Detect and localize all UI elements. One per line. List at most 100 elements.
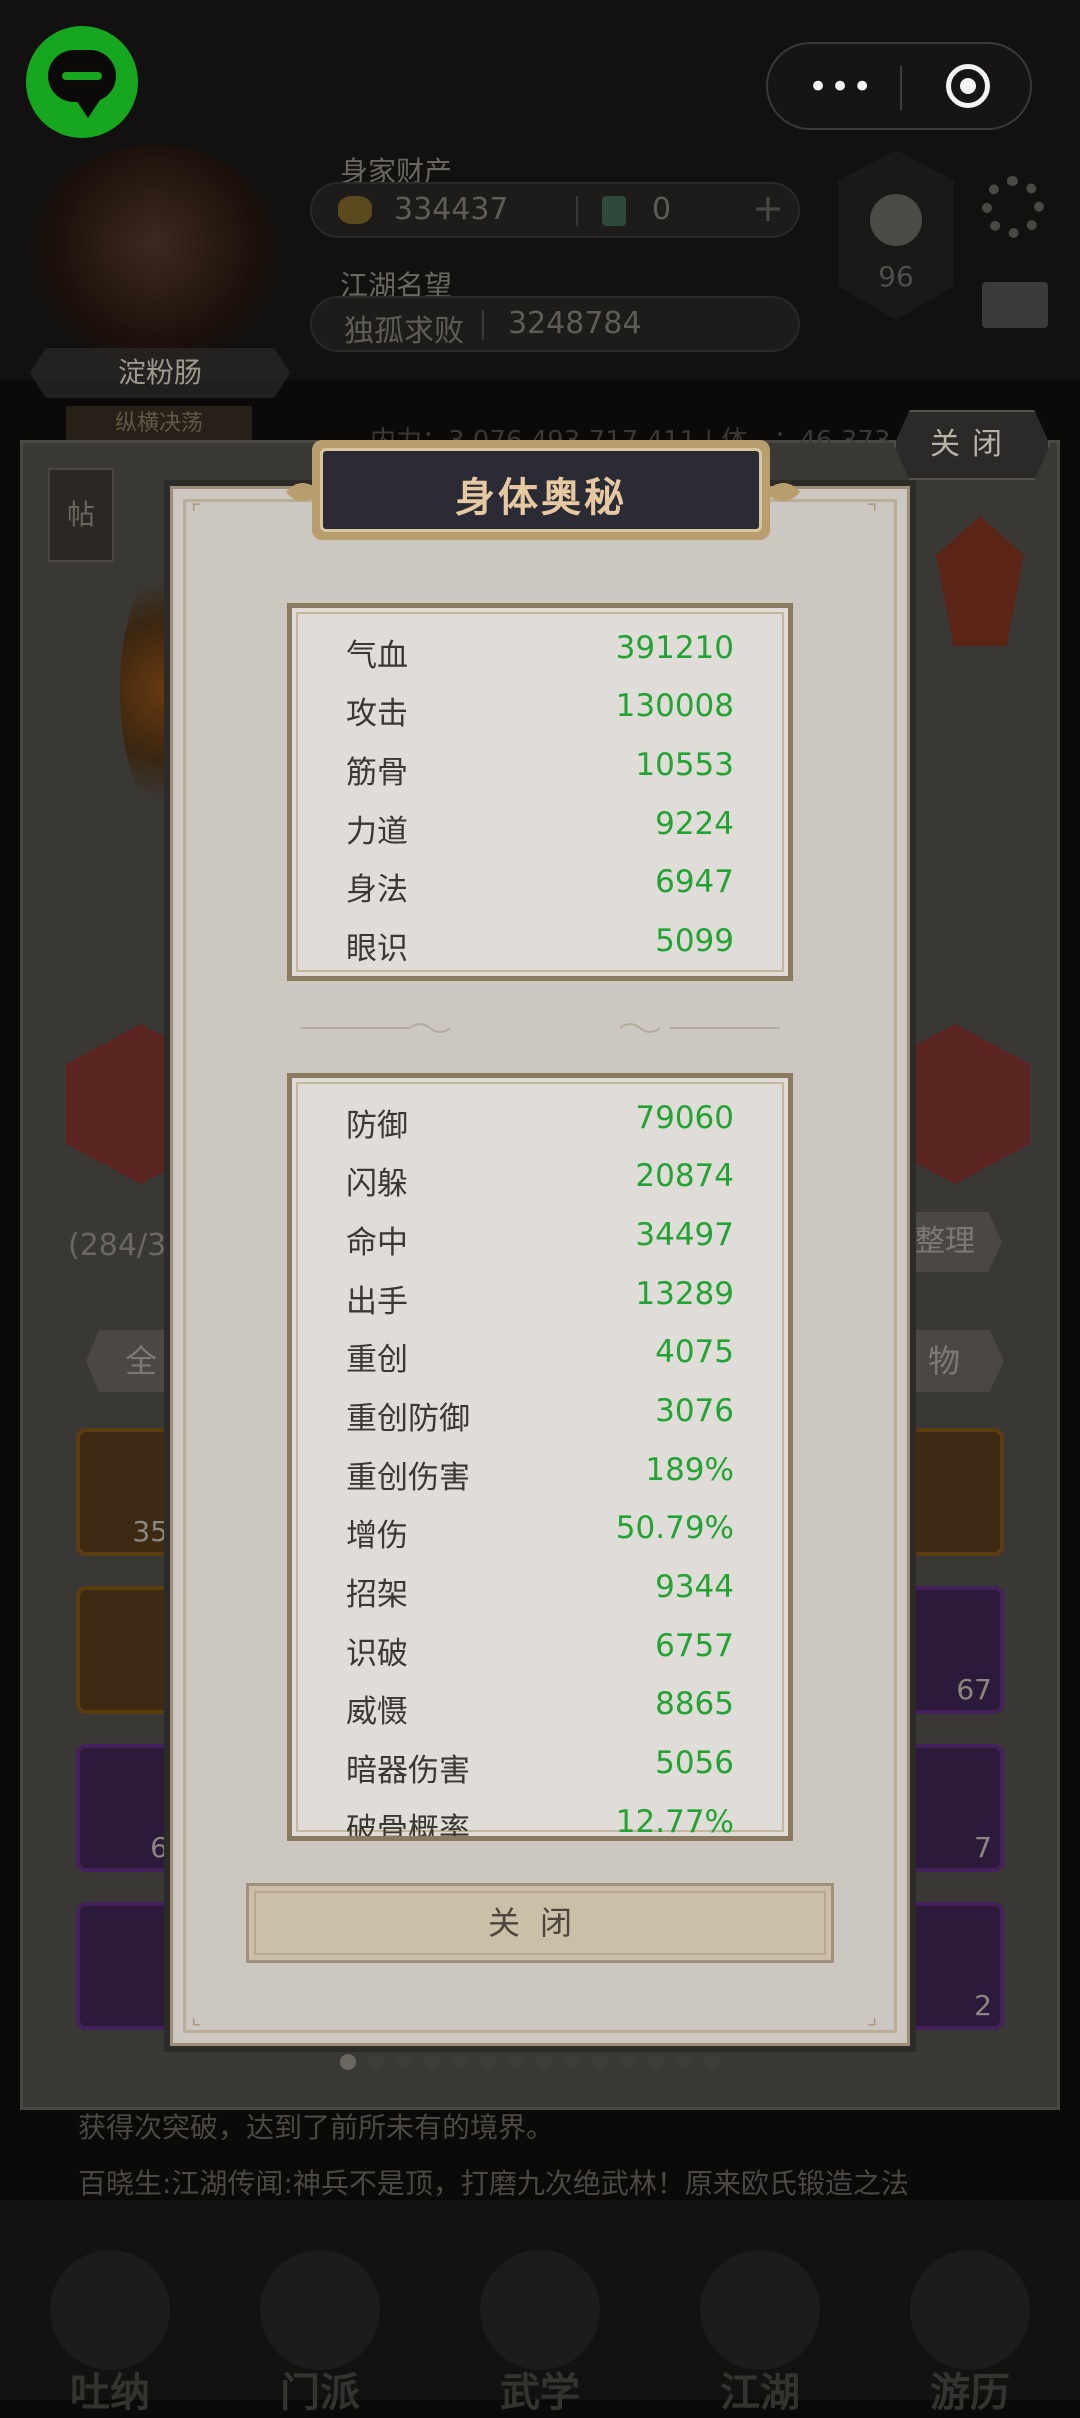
fame-value: 3248784 bbox=[508, 306, 642, 341]
stat-value: 12.77% bbox=[615, 1804, 734, 1840]
stat-row: 暗器伤害 5056 bbox=[346, 1735, 734, 1793]
post-icon[interactable]: 帖 bbox=[48, 468, 114, 562]
stat-row: 命中 34497 bbox=[346, 1207, 734, 1265]
stat-row: 身法 6947 bbox=[346, 854, 734, 912]
stat-row: 重创 4075 bbox=[346, 1324, 734, 1382]
panel-close-button[interactable]: 关闭 bbox=[894, 410, 1050, 480]
stat-row: 重创伤害 189% bbox=[346, 1442, 734, 1500]
scroll-message: 获得次突破，达到了前所未有的境界。 bbox=[78, 2111, 555, 2144]
close-button-label: 关闭 bbox=[487, 1904, 592, 1942]
inventory-slot[interactable]: 6 bbox=[76, 1744, 180, 1872]
stat-row: 重创防御 3076 bbox=[346, 1383, 734, 1441]
add-currency-button[interactable]: + bbox=[752, 186, 784, 230]
stat-label: 重创 bbox=[346, 1342, 408, 1378]
stat-value: 9224 bbox=[655, 806, 734, 842]
stat-label: 识破 bbox=[346, 1636, 408, 1672]
stat-label: 增伤 bbox=[346, 1518, 408, 1554]
nav-wuxue[interactable]: 武学 bbox=[470, 2250, 610, 2416]
stat-label: 闪躲 bbox=[346, 1166, 408, 1202]
nav-youli[interactable]: 游历 bbox=[900, 2250, 1040, 2416]
secondary-stats-list[interactable]: 防御 79060 闪躲 20874 命中 34497 出手 13289 重创 4… bbox=[287, 1073, 793, 1841]
corner-ornament-icon: ⌝ bbox=[867, 501, 878, 526]
stat-value: 5099 bbox=[655, 923, 734, 959]
stat-label: 眼识 bbox=[346, 931, 408, 967]
stat-row: 筋骨 10553 bbox=[346, 737, 734, 795]
more-icon[interactable]: ••• bbox=[808, 70, 874, 104]
player-name: 淀粉肠 bbox=[30, 348, 290, 398]
stat-label: 暗器伤害 bbox=[346, 1753, 470, 1789]
stat-value: 9344 bbox=[655, 1569, 734, 1605]
stat-value: 130008 bbox=[615, 688, 734, 724]
player-subtitle: 纵横决荡 bbox=[66, 406, 252, 442]
stat-value: 6757 bbox=[655, 1628, 734, 1664]
stat-value: 20874 bbox=[635, 1158, 734, 1194]
nav-menpai[interactable]: 门派 bbox=[250, 2250, 390, 2416]
jade-value: 0 bbox=[652, 192, 672, 227]
stat-label: 力道 bbox=[346, 814, 408, 850]
stat-row: 增伤 50.79% bbox=[346, 1500, 734, 1558]
stat-value: 34497 bbox=[635, 1217, 734, 1253]
stat-value: 10553 bbox=[635, 747, 734, 783]
inventory-slot[interactable]: 67 bbox=[900, 1586, 1004, 1714]
stat-label: 招架 bbox=[346, 1577, 408, 1613]
close-miniprogram-icon[interactable] bbox=[946, 64, 990, 108]
fame-title: 独孤求败 bbox=[344, 314, 464, 349]
inventory-slot[interactable] bbox=[76, 1586, 180, 1714]
title-ornament-icon bbox=[764, 483, 800, 501]
item-count: 6 bbox=[150, 1831, 168, 1864]
item-count: 67 bbox=[956, 1673, 992, 1706]
item-count: 7 bbox=[974, 1831, 992, 1864]
stat-row: 招架 9344 bbox=[346, 1559, 734, 1617]
level-badge[interactable]: 96 bbox=[838, 150, 954, 320]
avatar[interactable] bbox=[30, 145, 280, 365]
mail-icon[interactable] bbox=[982, 282, 1048, 328]
stat-value: 8865 bbox=[655, 1686, 734, 1722]
nav-tuna[interactable]: 吐纳 bbox=[40, 2250, 180, 2416]
corner-ornament-icon: ⌜ bbox=[191, 501, 202, 526]
stat-row: 攻击 130008 bbox=[346, 678, 734, 736]
inventory-slot[interactable] bbox=[76, 1902, 180, 2030]
asset-box: 334437 0 + bbox=[310, 182, 800, 238]
inventory-slot[interactable] bbox=[900, 1428, 1004, 1556]
stat-label: 攻击 bbox=[346, 696, 408, 732]
dialog-title: 身体奥秘 bbox=[455, 475, 627, 521]
capsule-divider bbox=[900, 66, 902, 110]
scroll-message: 百晓生:江湖传闻:神兵不是顶，打磨九次绝武林！原来欧氏锻造之法 bbox=[78, 2167, 909, 2200]
yinyang-icon bbox=[870, 194, 922, 246]
stat-value: 13289 bbox=[635, 1276, 734, 1312]
app-logo-icon bbox=[26, 26, 138, 138]
primary-stats-box: 气血 391210 攻击 130008 筋骨 10553 力道 9224 身法 … bbox=[287, 603, 793, 981]
stat-label: 身法 bbox=[346, 872, 408, 908]
corner-ornament-icon: ⌟ bbox=[867, 2005, 878, 2030]
stat-label: 出手 bbox=[346, 1284, 408, 1320]
gear-icon[interactable] bbox=[982, 176, 1044, 238]
dialog-close-button[interactable]: 关闭 bbox=[246, 1883, 834, 1963]
stat-label: 命中 bbox=[346, 1225, 408, 1261]
stat-row: 闪躲 20874 bbox=[346, 1148, 734, 1206]
stat-row: 防御 79060 bbox=[346, 1090, 734, 1148]
nav-jianghu[interactable]: 江湖 bbox=[690, 2250, 830, 2416]
inventory-slot[interactable]: 2 bbox=[900, 1902, 1004, 2030]
stat-label: 重创伤害 bbox=[346, 1460, 470, 1496]
inventory-slot[interactable]: 35 bbox=[76, 1428, 180, 1556]
stat-value: 79060 bbox=[635, 1100, 734, 1136]
stat-row: 力道 9224 bbox=[346, 796, 734, 854]
stat-value: 4075 bbox=[655, 1334, 734, 1370]
stat-row: 破骨概率 12.77% bbox=[346, 1794, 734, 1840]
fame-box: 独孤求败 3248784 bbox=[310, 296, 800, 352]
stat-label: 重创防御 bbox=[346, 1401, 470, 1437]
inventory-slot[interactable]: 7 bbox=[900, 1744, 1004, 1872]
mini-program-capsule: ••• bbox=[766, 42, 1032, 130]
stat-label: 筋骨 bbox=[346, 755, 408, 791]
stat-value: 189% bbox=[645, 1452, 734, 1488]
item-count: 35 bbox=[132, 1515, 168, 1548]
stat-label: 气血 bbox=[346, 638, 408, 674]
stat-row: 眼识 5099 bbox=[346, 913, 734, 971]
corner-ornament-icon: ⌞ bbox=[191, 2005, 202, 2030]
coin-value: 334437 bbox=[394, 192, 509, 227]
stat-row: 气血 391210 bbox=[346, 620, 734, 678]
stat-label: 防御 bbox=[346, 1108, 408, 1144]
stat-value: 3076 bbox=[655, 1393, 734, 1429]
page-indicator bbox=[340, 2054, 720, 2070]
coin-icon bbox=[338, 196, 372, 224]
